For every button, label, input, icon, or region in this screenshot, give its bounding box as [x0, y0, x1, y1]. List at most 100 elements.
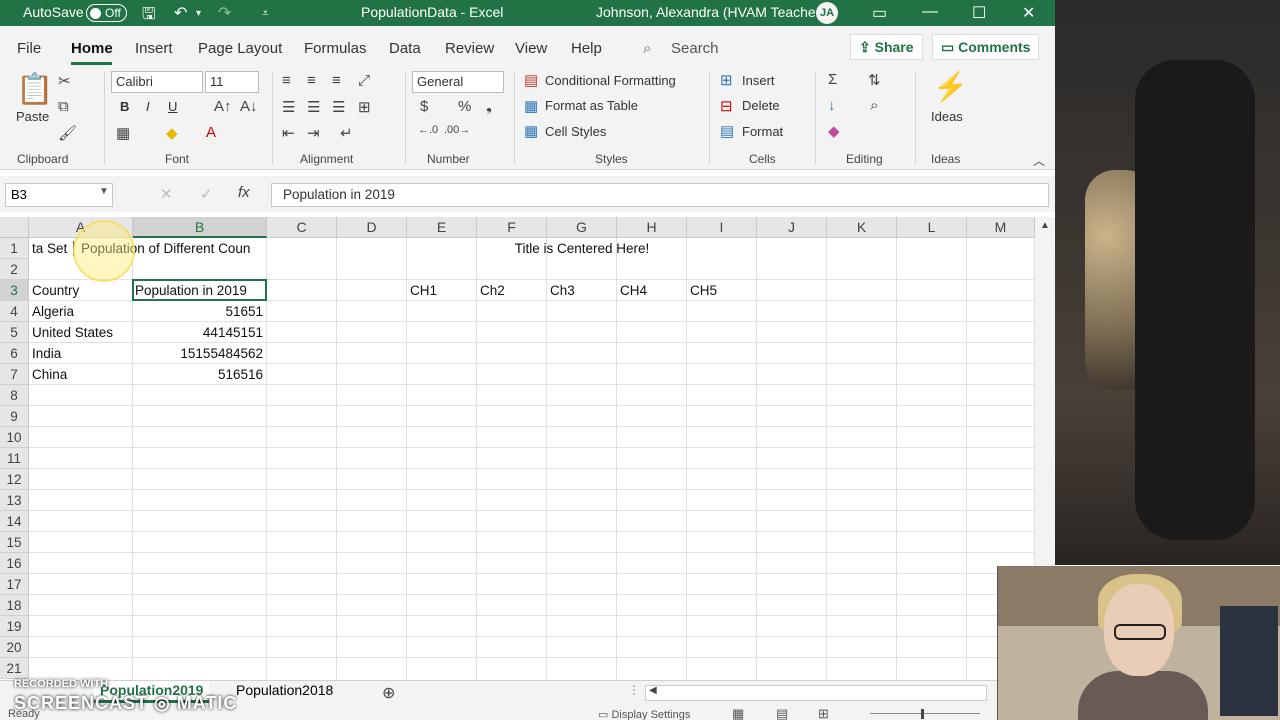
column-header-c[interactable]: C	[267, 217, 337, 238]
delete-button[interactable]: Delete	[742, 98, 780, 113]
cell-b6[interactable]: 15155484562	[133, 343, 263, 364]
maximize-icon[interactable]: ☐	[972, 3, 986, 23]
paste-icon[interactable]: 📋	[16, 72, 53, 107]
bold-button[interactable]: B	[120, 99, 129, 114]
wrap-text-icon[interactable]: ↵	[340, 124, 353, 142]
row-header[interactable]: 7	[0, 364, 29, 385]
fill-icon[interactable]: ↓	[828, 97, 836, 114]
fill-color-icon[interactable]: ◆	[166, 124, 178, 142]
sort-filter-icon[interactable]: ⇅	[868, 71, 881, 89]
font-size-select[interactable]: 11	[205, 71, 259, 93]
user-name[interactable]: Johnson, Alexandra (HVAM Teacher)	[596, 4, 825, 20]
column-header-l[interactable]: L	[897, 217, 967, 238]
zoom-slider[interactable]	[870, 713, 980, 714]
increase-indent-icon[interactable]: ⇥	[307, 124, 320, 142]
tab-help[interactable]: Help	[571, 40, 602, 57]
merge-center-icon[interactable]: ⊞	[358, 98, 371, 116]
row-header[interactable]: 6	[0, 343, 29, 364]
row-header[interactable]: 8	[0, 385, 29, 406]
comma-style-icon[interactable]: ❟	[486, 98, 492, 115]
tab-file[interactable]: File	[17, 40, 41, 57]
number-format-select[interactable]: General	[412, 71, 504, 93]
autosum-icon[interactable]: Σ	[828, 71, 837, 88]
borders-icon[interactable]: ▦	[116, 124, 130, 142]
scroll-left-icon[interactable]: ◀	[649, 685, 657, 696]
cell-a6[interactable]: India	[32, 343, 132, 364]
format-button[interactable]: Format	[742, 124, 783, 139]
cell-a3[interactable]: Country	[32, 280, 132, 301]
column-header-m[interactable]: M	[967, 217, 1035, 238]
column-header-f[interactable]: F	[477, 217, 547, 238]
cut-icon[interactable]: ✂	[58, 72, 71, 90]
search-icon[interactable]: ⌕	[643, 40, 651, 57]
tab-data[interactable]: Data	[389, 40, 421, 57]
row-header[interactable]: 11	[0, 448, 29, 469]
format-painter-icon[interactable]: 🖌	[58, 124, 77, 142]
column-header-g[interactable]: G	[547, 217, 617, 238]
row-header[interactable]: 13	[0, 490, 29, 511]
increase-font-icon[interactable]: A↑	[214, 98, 232, 115]
row-header[interactable]: 12	[0, 469, 29, 490]
tab-formulas[interactable]: Formulas	[304, 40, 367, 57]
close-icon[interactable]: ✕	[1022, 3, 1035, 23]
ribbon-display-options-icon[interactable]: ▭	[872, 3, 887, 23]
scroll-up-icon[interactable]: ▲	[1040, 220, 1050, 231]
decrease-font-icon[interactable]: A↓	[240, 98, 258, 115]
orientation-icon[interactable]: ⤢	[358, 72, 370, 89]
search-box[interactable]: Search	[671, 40, 719, 57]
row-header[interactable]: 10	[0, 427, 29, 448]
insert-button[interactable]: Insert	[742, 73, 775, 88]
bottom-align-icon[interactable]: ≡	[332, 72, 341, 89]
sheet-tab-population2018[interactable]: Population2018	[230, 681, 339, 703]
cell-b7[interactable]: 516516	[133, 364, 263, 385]
share-button[interactable]: ⇪ Share	[850, 34, 923, 60]
row-header[interactable]: 16	[0, 553, 29, 574]
row-header[interactable]: 1	[0, 238, 29, 259]
cell-e3[interactable]: CH1	[410, 280, 476, 301]
tab-split-handle-icon[interactable]: ⋮	[628, 683, 640, 697]
underline-button[interactable]: U	[168, 99, 177, 114]
formula-input[interactable]: Population in 2019	[271, 183, 1049, 207]
percent-icon[interactable]: %	[458, 98, 471, 115]
find-select-icon[interactable]: ⌕	[870, 97, 878, 114]
avatar[interactable]: JA	[816, 2, 838, 24]
clear-icon[interactable]: ◆	[828, 122, 840, 140]
cell-i3[interactable]: CH5	[690, 280, 756, 301]
decrease-decimal-icon[interactable]: .00→	[444, 124, 470, 136]
display-settings-button[interactable]: ▭ Display Settings	[598, 708, 690, 720]
name-box-dropdown-icon[interactable]: ▼	[99, 186, 109, 197]
column-header-i[interactable]: I	[687, 217, 757, 238]
page-break-view-icon[interactable]: ⊞	[818, 708, 829, 720]
align-left-icon[interactable]: ☰	[282, 98, 295, 116]
minimize-icon[interactable]: —	[922, 3, 938, 21]
increase-decimal-icon[interactable]: ←.0	[418, 124, 438, 136]
new-sheet-icon[interactable]: ⊕	[382, 683, 395, 703]
row-header[interactable]: 19	[0, 616, 29, 637]
row-header[interactable]: 4	[0, 301, 29, 322]
cell-h3[interactable]: CH4	[620, 280, 686, 301]
top-align-icon[interactable]: ≡	[282, 72, 291, 89]
cell-a1[interactable]: ta Set	[32, 238, 72, 259]
cell-a4[interactable]: Algeria	[32, 301, 132, 322]
align-right-icon[interactable]: ☰	[332, 98, 345, 116]
align-center-icon[interactable]: ☰	[307, 98, 320, 116]
tab-view[interactable]: View	[515, 40, 547, 57]
column-header-e[interactable]: E	[407, 217, 477, 238]
font-color-icon[interactable]: A	[206, 124, 216, 141]
decrease-indent-icon[interactable]: ⇤	[282, 124, 295, 142]
horizontal-scrollbar[interactable]: ◀	[645, 685, 987, 701]
conditional-formatting-button[interactable]: Conditional Formatting	[545, 73, 676, 88]
undo-dropdown-icon[interactable]: ▾	[196, 8, 201, 19]
ideas-icon[interactable]: ⚡	[933, 70, 968, 103]
row-header[interactable]: 5	[0, 322, 29, 343]
cell-a7[interactable]: China	[32, 364, 132, 385]
page-layout-view-icon[interactable]: ▤	[776, 708, 788, 720]
insert-function-icon[interactable]: fx	[238, 184, 250, 201]
row-header[interactable]: 9	[0, 406, 29, 427]
row-header[interactable]: 20	[0, 637, 29, 658]
column-header-k[interactable]: K	[827, 217, 897, 238]
row-header[interactable]: 21	[0, 658, 29, 679]
name-box[interactable]: B3	[5, 183, 113, 207]
worksheet-grid[interactable]: A B C D E F G H I J K L M 1 2 3 4 5 6 7 …	[0, 217, 1035, 680]
column-header-h[interactable]: H	[617, 217, 687, 238]
